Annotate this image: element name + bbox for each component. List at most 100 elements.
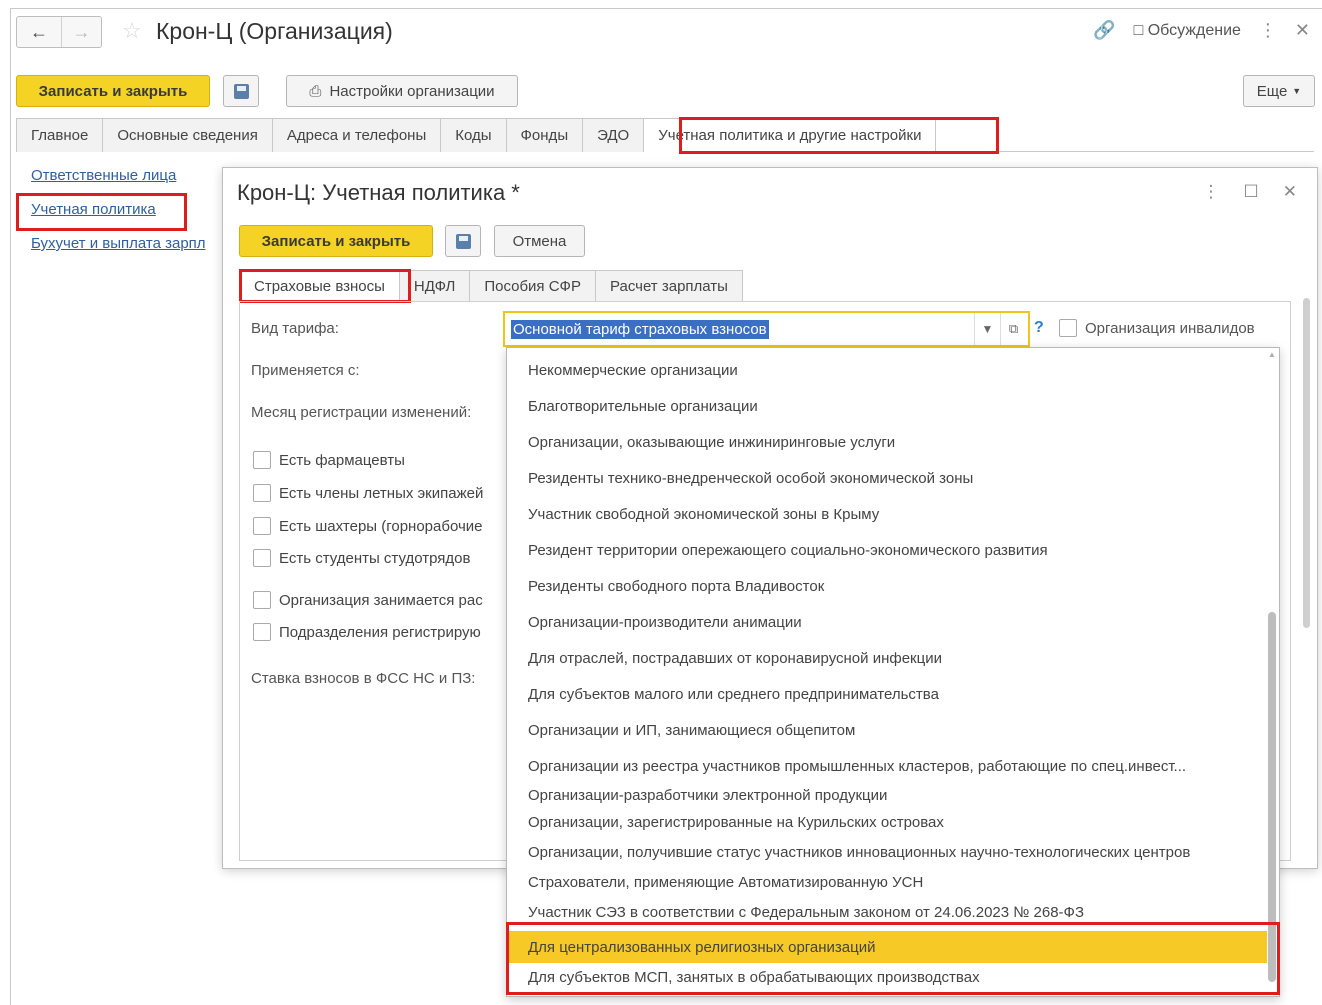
scroll-up-icon[interactable]: ▲ <box>1268 350 1276 359</box>
checkbox-label: Есть фармацевты <box>279 451 405 469</box>
chevron-down-icon: ▼ <box>1292 86 1302 96</box>
dropdown-item[interactable]: Организации, зарегистрированные на Курил… <box>507 808 1267 836</box>
dropdown-item[interactable]: Организации, получившие статус участнико… <box>507 837 1267 867</box>
tariff-label: Вид тарифа: <box>251 320 339 337</box>
tariff-value: Основной тариф страховых взносов <box>511 320 769 339</box>
forward-arrow-icon[interactable]: → <box>61 17 101 47</box>
rate-label: Ставка взносов в ФСС НС и ПЗ: <box>251 670 476 687</box>
checkbox-box <box>253 484 271 502</box>
tariff-combobox[interactable]: Основной тариф страховых взносов ▼ ⧉ <box>503 311 1030 347</box>
tab-funds[interactable]: Фонды <box>505 118 584 152</box>
dropdown-item[interactable]: Участник свободной экономической зоны в … <box>507 499 1267 529</box>
dropdown-item[interactable]: Страхователи, применяющие Автоматизирова… <box>507 867 1267 897</box>
dialog-scrollbar[interactable] <box>1301 278 1311 858</box>
checkbox-box <box>253 591 271 609</box>
checkbox-label: Есть шахтеры (горнорабочие <box>279 517 483 535</box>
checkbox-box <box>253 549 271 567</box>
dropdown-item[interactable]: Резиденты свободного порта Владивосток <box>507 571 1267 601</box>
reg-month-label: Месяц регистрации изменений: <box>251 404 472 421</box>
dropdown-item[interactable]: Резидент территории опережающего социаль… <box>507 535 1267 565</box>
dropdown-item[interactable]: Для субъектов МСП, занятых в обрабатываю… <box>507 963 1267 991</box>
dropdown-item[interactable]: Для субъектов малого или среднего предпр… <box>507 679 1267 709</box>
tab-ndfl[interactable]: НДФЛ <box>398 270 471 302</box>
tab-codes[interactable]: Коды <box>440 118 507 152</box>
dropdown-item[interactable]: Некоммерческие организации <box>507 355 1267 385</box>
checkbox-box <box>253 517 271 535</box>
dropdown-item[interactable]: Организации и ИП, занимающиеся общепитом <box>507 715 1267 745</box>
discussion-label: Обсуждение <box>1147 21 1241 39</box>
open-form-icon[interactable]: ⧉ <box>1000 313 1026 345</box>
save-icon-button[interactable] <box>223 75 259 107</box>
save-close-button[interactable]: Записать и закрыть <box>16 75 210 107</box>
org-settings-button[interactable]: ⎙ Настройки организации <box>286 75 518 107</box>
link-icon[interactable]: 🔗 <box>1093 20 1115 41</box>
sidebar-item-responsible[interactable]: Ответственные лица <box>31 167 176 184</box>
main-tabs: Главное Основные сведения Адреса и телеф… <box>16 118 1314 152</box>
checkbox-box <box>253 451 271 469</box>
dropdown-item[interactable]: Благотворительные организации <box>507 391 1267 421</box>
tab-insurance[interactable]: Страховые взносы <box>239 270 400 302</box>
dropdown-item[interactable]: Организации из реестра участников промыш… <box>507 751 1267 781</box>
checkbox-box <box>253 623 271 641</box>
dialog-title: Крон-Ц: Учетная политика * <box>237 180 520 205</box>
flight-crew-checkbox[interactable]: Есть члены летных экипажей <box>253 484 483 502</box>
disabled-org-checkbox[interactable]: Организация инвалидов <box>1059 319 1255 337</box>
more-button[interactable]: Еще ▼ <box>1243 75 1315 107</box>
tab-sfr[interactable]: Пособия СФР <box>469 270 596 302</box>
checkbox-label: Есть члены летных экипажей <box>279 484 484 502</box>
dialog-more-icon[interactable]: ⋮ <box>1203 182 1220 202</box>
dropdown-scrollbar-thumb[interactable] <box>1268 612 1276 982</box>
checkbox-label: Есть студенты студотрядов <box>279 549 471 567</box>
applies-from-label: Применяется с: <box>251 362 360 379</box>
pharmacists-checkbox[interactable]: Есть фармацевты <box>253 451 405 469</box>
dropdown-arrow-icon[interactable]: ▼ <box>974 313 1000 345</box>
checkbox-label: Подразделения регистрирую <box>279 623 481 641</box>
more-label: Еще <box>1256 82 1288 100</box>
dropdown-item[interactable]: Организации, оказывающие инжиниринговые … <box>507 427 1267 457</box>
checkbox-label: Организация инвалидов <box>1085 319 1255 337</box>
window-title: Крон-Ц (Организация) <box>156 18 393 44</box>
help-icon[interactable]: ? <box>1034 319 1044 337</box>
discussion-button[interactable]: □ Обсуждение <box>1134 22 1241 40</box>
tab-addresses[interactable]: Адреса и телефоны <box>271 118 442 152</box>
dialog-save-close-button[interactable]: Записать и закрыть <box>239 225 433 257</box>
subdivisions-checkbox[interactable]: Подразделения регистрирую <box>253 623 481 641</box>
discussion-icon: □ <box>1133 21 1144 39</box>
dropdown-scrollbar[interactable]: ▲ <box>1268 350 1276 992</box>
sidebar-item-accounting-policy[interactable]: Учетная политика <box>31 201 156 218</box>
checkbox-box <box>1059 319 1077 337</box>
dropdown-item[interactable]: Организации-разработчики электронной про… <box>507 781 1267 809</box>
cancel-button[interactable]: Отмена <box>494 225 585 257</box>
dialog-tabs: Страховые взносы НДФЛ Пособия СФР Расчет… <box>239 270 743 302</box>
dialog-save-disk-icon <box>455 233 471 249</box>
more-vert-icon[interactable]: ⋮ <box>1259 20 1277 41</box>
dialog-controls: ⋮ ☐ ✕ <box>1203 182 1298 202</box>
dialog-close-icon[interactable]: ✕ <box>1283 182 1297 202</box>
dropdown-item-selected[interactable]: Для централизованных религиозных организ… <box>507 931 1267 963</box>
tab-payroll[interactable]: Расчет зарплаты <box>594 270 743 302</box>
tariff-dropdown-list: Некоммерческие организации Благотворител… <box>506 347 1280 997</box>
dropdown-item[interactable]: Резиденты технико-внедренческой особой э… <box>507 463 1267 493</box>
students-checkbox[interactable]: Есть студенты студотрядов <box>253 549 470 567</box>
printer-icon: ⎙ <box>309 82 322 100</box>
org-settings-label: Настройки организации <box>329 82 495 100</box>
dropdown-item[interactable]: Участник СЭЗ в соответствии с Федеральны… <box>507 897 1267 927</box>
favorite-star-icon[interactable]: ☆ <box>122 18 142 44</box>
sidebar-item-payroll[interactable]: Бухучет и выплата зарпл <box>31 235 221 252</box>
dropdown-item[interactable]: Для отраслей, пострадавших от коронавиру… <box>507 643 1267 673</box>
maximize-icon[interactable]: ☐ <box>1244 182 1259 202</box>
tab-main[interactable]: Главное <box>16 118 104 152</box>
scrollbar-thumb[interactable] <box>1303 298 1310 628</box>
close-icon[interactable]: ✕ <box>1295 20 1310 41</box>
dropdown-item[interactable]: Организации-производители анимации <box>507 607 1267 637</box>
checkbox-label: Организация занимается рас <box>279 591 483 609</box>
save-disk-icon <box>233 83 249 99</box>
tab-basic-info[interactable]: Основные сведения <box>102 118 273 152</box>
nav-buttons: ← → <box>16 16 102 48</box>
tab-accounting-policy[interactable]: Учетная политика и другие настройки <box>643 118 937 152</box>
back-arrow-icon[interactable]: ← <box>17 17 61 47</box>
org-activity-checkbox[interactable]: Организация занимается рас <box>253 591 483 609</box>
miners-checkbox[interactable]: Есть шахтеры (горнорабочие <box>253 517 483 535</box>
dialog-save-button[interactable] <box>445 225 481 257</box>
tab-edo[interactable]: ЭДО <box>582 118 645 152</box>
